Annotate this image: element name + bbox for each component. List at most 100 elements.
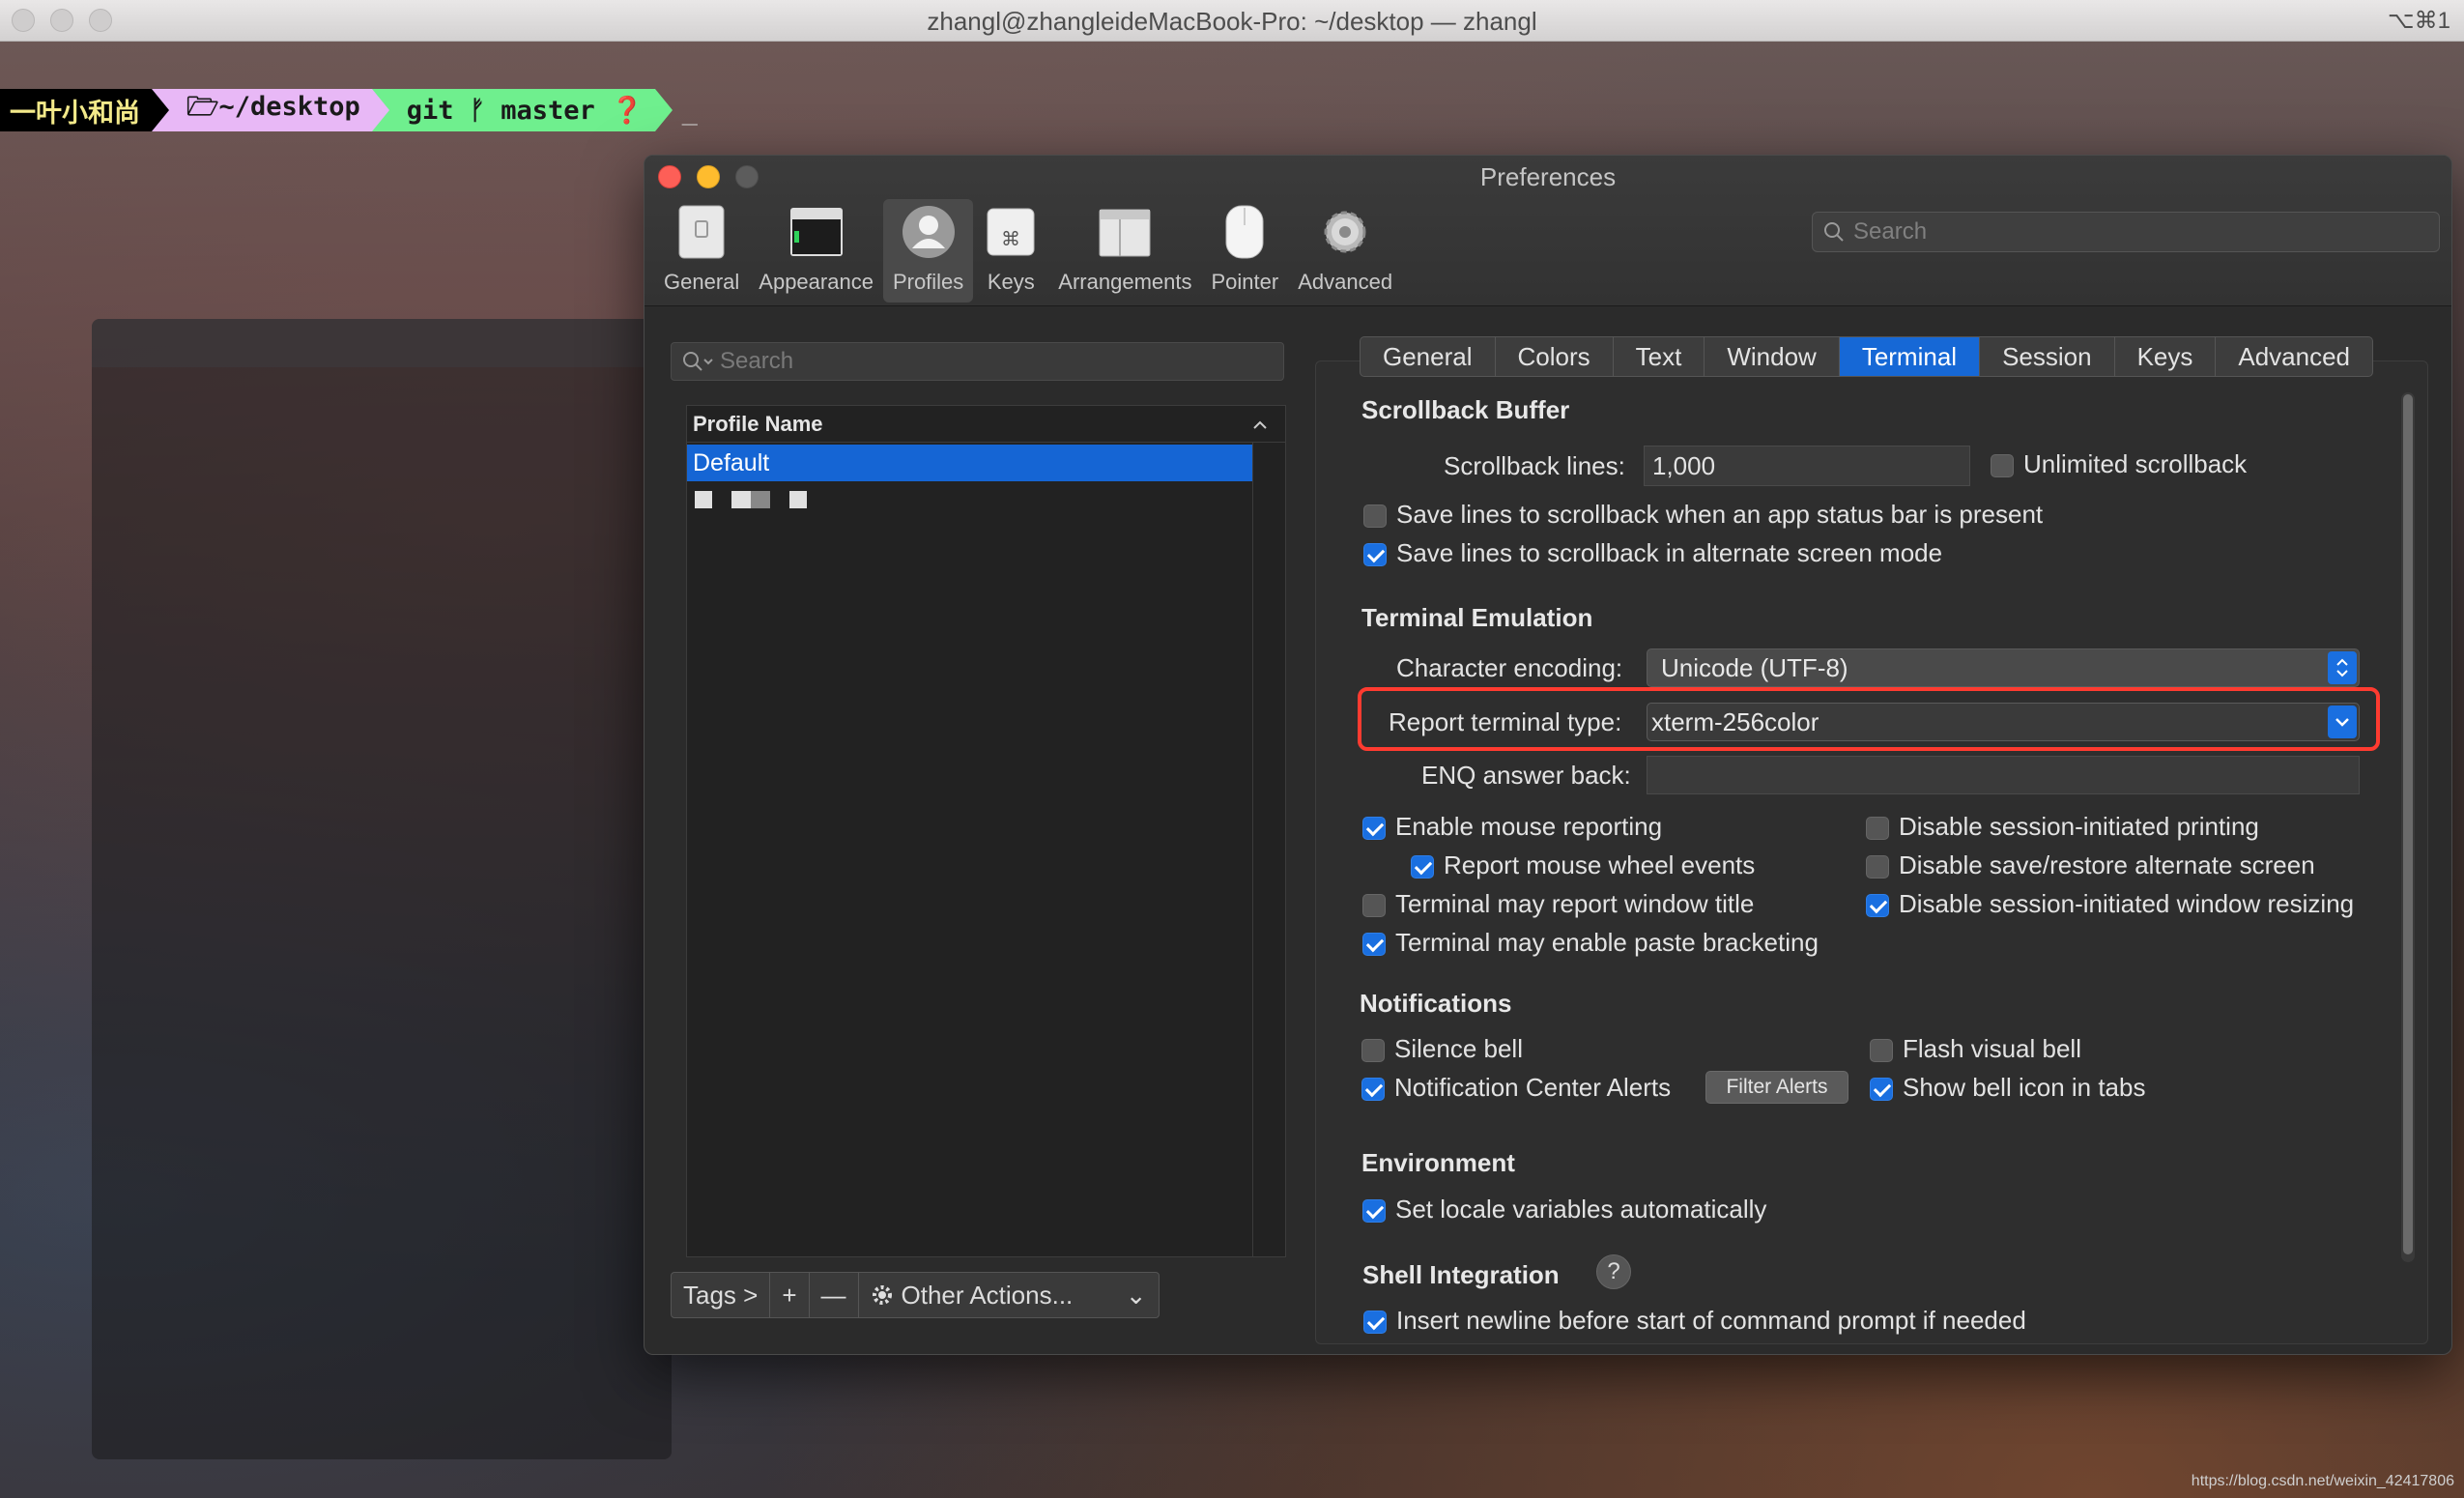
arrangements-icon (1097, 204, 1153, 260)
enq-answer-back-label: ENQ answer back: (1421, 761, 1631, 790)
column-header-label: Profile Name (693, 411, 823, 436)
checkbox (1362, 894, 1386, 918)
prompt-user-segment: 一叶小和尚 (0, 89, 152, 131)
notification-center-alerts-checkbox[interactable]: Notification Center Alerts (1361, 1073, 1671, 1103)
character-encoding-label: Character encoding: (1396, 653, 1623, 682)
profile-name: Default (693, 448, 770, 476)
search-icon (1824, 222, 1844, 242)
preferences-window: Preferences General Appearance Profiles (644, 155, 2452, 1355)
flash-visual-bell-checkbox[interactable]: Flash visual bell (1870, 1034, 2081, 1064)
remove-profile-button[interactable]: — (810, 1273, 859, 1317)
scrollbar-thumb[interactable] (2403, 394, 2413, 1254)
checkbox-label: Disable session-initiated window resizin… (1899, 889, 2355, 918)
terminal-emulation-heading: Terminal Emulation (1361, 603, 1593, 632)
checkbox (1363, 543, 1387, 567)
filter-alerts-button[interactable]: Filter Alerts (1705, 1071, 1848, 1104)
toolbar-label: Arrangements (1058, 270, 1192, 294)
scrollback-lines-input[interactable]: 1,000 (1644, 446, 1970, 486)
advanced-gear-icon (1317, 204, 1373, 260)
profile-list: Profile Name Default (686, 405, 1286, 1257)
appearance-icon (788, 204, 845, 260)
column-divider (1252, 443, 1253, 1256)
disable-resizing-checkbox[interactable]: Disable session-initiated window resizin… (1866, 889, 2354, 919)
search-placeholder: Search (720, 348, 794, 374)
terminal-type-combobox[interactable]: xterm-256color (1647, 703, 2360, 741)
checkbox-label: Save lines to scrollback in alternate sc… (1396, 538, 1943, 567)
tab-session[interactable]: Session (1980, 337, 2115, 376)
tab-terminal[interactable]: Terminal (1839, 337, 1981, 376)
shell-integration-heading: Shell Integration (1362, 1260, 1560, 1289)
character-encoding-select[interactable]: Unicode (UTF-8) (1647, 648, 2360, 687)
tab-keys[interactable]: Keys (2115, 337, 2217, 376)
checkbox (1363, 1311, 1387, 1335)
set-locale-checkbox[interactable]: Set locale variables automatically (1362, 1195, 1766, 1224)
alternate-screen-scrollback-checkbox[interactable]: Save lines to scrollback in alternate sc… (1363, 538, 1942, 568)
report-mouse-wheel-checkbox[interactable]: Report mouse wheel events (1411, 850, 1755, 880)
up-down-arrows-icon (2328, 651, 2357, 684)
tag-swatch (695, 491, 712, 508)
pointer-icon (1217, 204, 1273, 260)
checkbox-label: Silence bell (1394, 1034, 1523, 1063)
chevron-down-icon[interactable] (2328, 706, 2357, 738)
profile-row-tags[interactable] (687, 481, 1285, 518)
add-profile-button[interactable]: + (770, 1273, 810, 1317)
checkbox (1361, 1039, 1385, 1063)
terminal-titlebar: zhangl@zhangleideMacBook-Pro: ~/desktop … (0, 0, 2464, 42)
profile-actions-bar: Tags > + — Other Actions... ⌄ (671, 1272, 1160, 1318)
show-bell-icon-checkbox[interactable]: Show bell icon in tabs (1870, 1073, 2145, 1103)
checkbox-label: Enable mouse reporting (1395, 812, 1663, 841)
silence-bell-checkbox[interactable]: Silence bell (1361, 1034, 1523, 1064)
settings-scrollbar[interactable] (2401, 392, 2415, 1262)
chevron-up-icon (1253, 420, 1267, 429)
chevron-down-icon: ⌄ (1125, 1280, 1147, 1310)
toolbar-label: General (664, 270, 740, 294)
toolbar-label: Profiles (892, 270, 964, 294)
profile-name-column-header[interactable]: Profile Name (687, 406, 1285, 443)
profiles-icon (901, 204, 957, 260)
prompt-git-segment: git ᚠ master ❓ (388, 89, 655, 131)
checkbox (1362, 933, 1386, 957)
tags-button[interactable]: Tags > (672, 1273, 771, 1317)
tab-window[interactable]: Window (1705, 337, 1840, 376)
toolbar-pointer[interactable]: Pointer (1201, 199, 1288, 302)
enq-answer-back-input[interactable] (1647, 756, 2360, 794)
checkbox (1362, 817, 1386, 841)
toolbar-appearance[interactable]: Appearance (749, 199, 883, 302)
enable-mouse-reporting-checkbox[interactable]: Enable mouse reporting (1362, 812, 1662, 842)
background-window (92, 319, 672, 1459)
tab-general[interactable]: General (1361, 337, 1496, 376)
help-icon[interactable]: ? (1596, 1254, 1631, 1289)
scrollback-lines-label: Scrollback lines: (1444, 451, 1625, 480)
preferences-search-input[interactable]: Search (1812, 212, 2440, 252)
insert-newline-checkbox[interactable]: Insert newline before start of command p… (1363, 1306, 2026, 1336)
toolbar-general[interactable]: General (654, 199, 749, 302)
checkbox (1361, 1078, 1385, 1102)
toolbar-advanced[interactable]: Advanced (1288, 199, 1402, 302)
tag-swatch (789, 491, 807, 508)
toolbar-label: Appearance (759, 270, 874, 294)
shell-prompt: 一叶小和尚 🗁~/desktop git ᚠ master ❓ _ (0, 89, 698, 131)
other-actions-button[interactable]: Other Actions... ⌄ (859, 1273, 1159, 1317)
checkbox (1411, 855, 1434, 879)
unlimited-scrollback-checkbox[interactable]: Unlimited scrollback (1991, 449, 2247, 479)
toolbar-arrangements[interactable]: Arrangements (1048, 199, 1201, 302)
status-bar-scrollback-checkbox[interactable]: Save lines to scrollback when an app sta… (1363, 500, 2043, 530)
profile-row-default[interactable]: Default (687, 445, 1252, 481)
tab-text[interactable]: Text (1614, 337, 1705, 376)
toolbar-profiles[interactable]: Profiles (882, 199, 974, 302)
prompt-separator (371, 89, 389, 131)
toolbar-label: Pointer (1211, 270, 1279, 294)
tab-colors[interactable]: Colors (1496, 337, 1614, 376)
disable-save-restore-checkbox[interactable]: Disable save/restore alternate screen (1866, 850, 2315, 880)
search-placeholder: Search (1853, 218, 1928, 245)
checkbox (1866, 855, 1889, 879)
report-window-title-checkbox[interactable]: Terminal may report window title (1362, 889, 1754, 919)
checkbox-label: Save lines to scrollback when an app sta… (1396, 500, 2044, 529)
checkbox (1870, 1078, 1893, 1102)
tab-advanced[interactable]: Advanced (2216, 337, 2372, 376)
paste-bracketing-checkbox[interactable]: Terminal may enable paste bracketing (1362, 928, 1819, 958)
disable-printing-checkbox[interactable]: Disable session-initiated printing (1866, 812, 2259, 842)
profile-search-input[interactable]: Search (671, 342, 1284, 381)
watermark: https://blog.csdn.net/weixin_42417806 (2191, 1473, 2454, 1489)
toolbar-keys[interactable]: ⌘ Keys (973, 199, 1048, 302)
